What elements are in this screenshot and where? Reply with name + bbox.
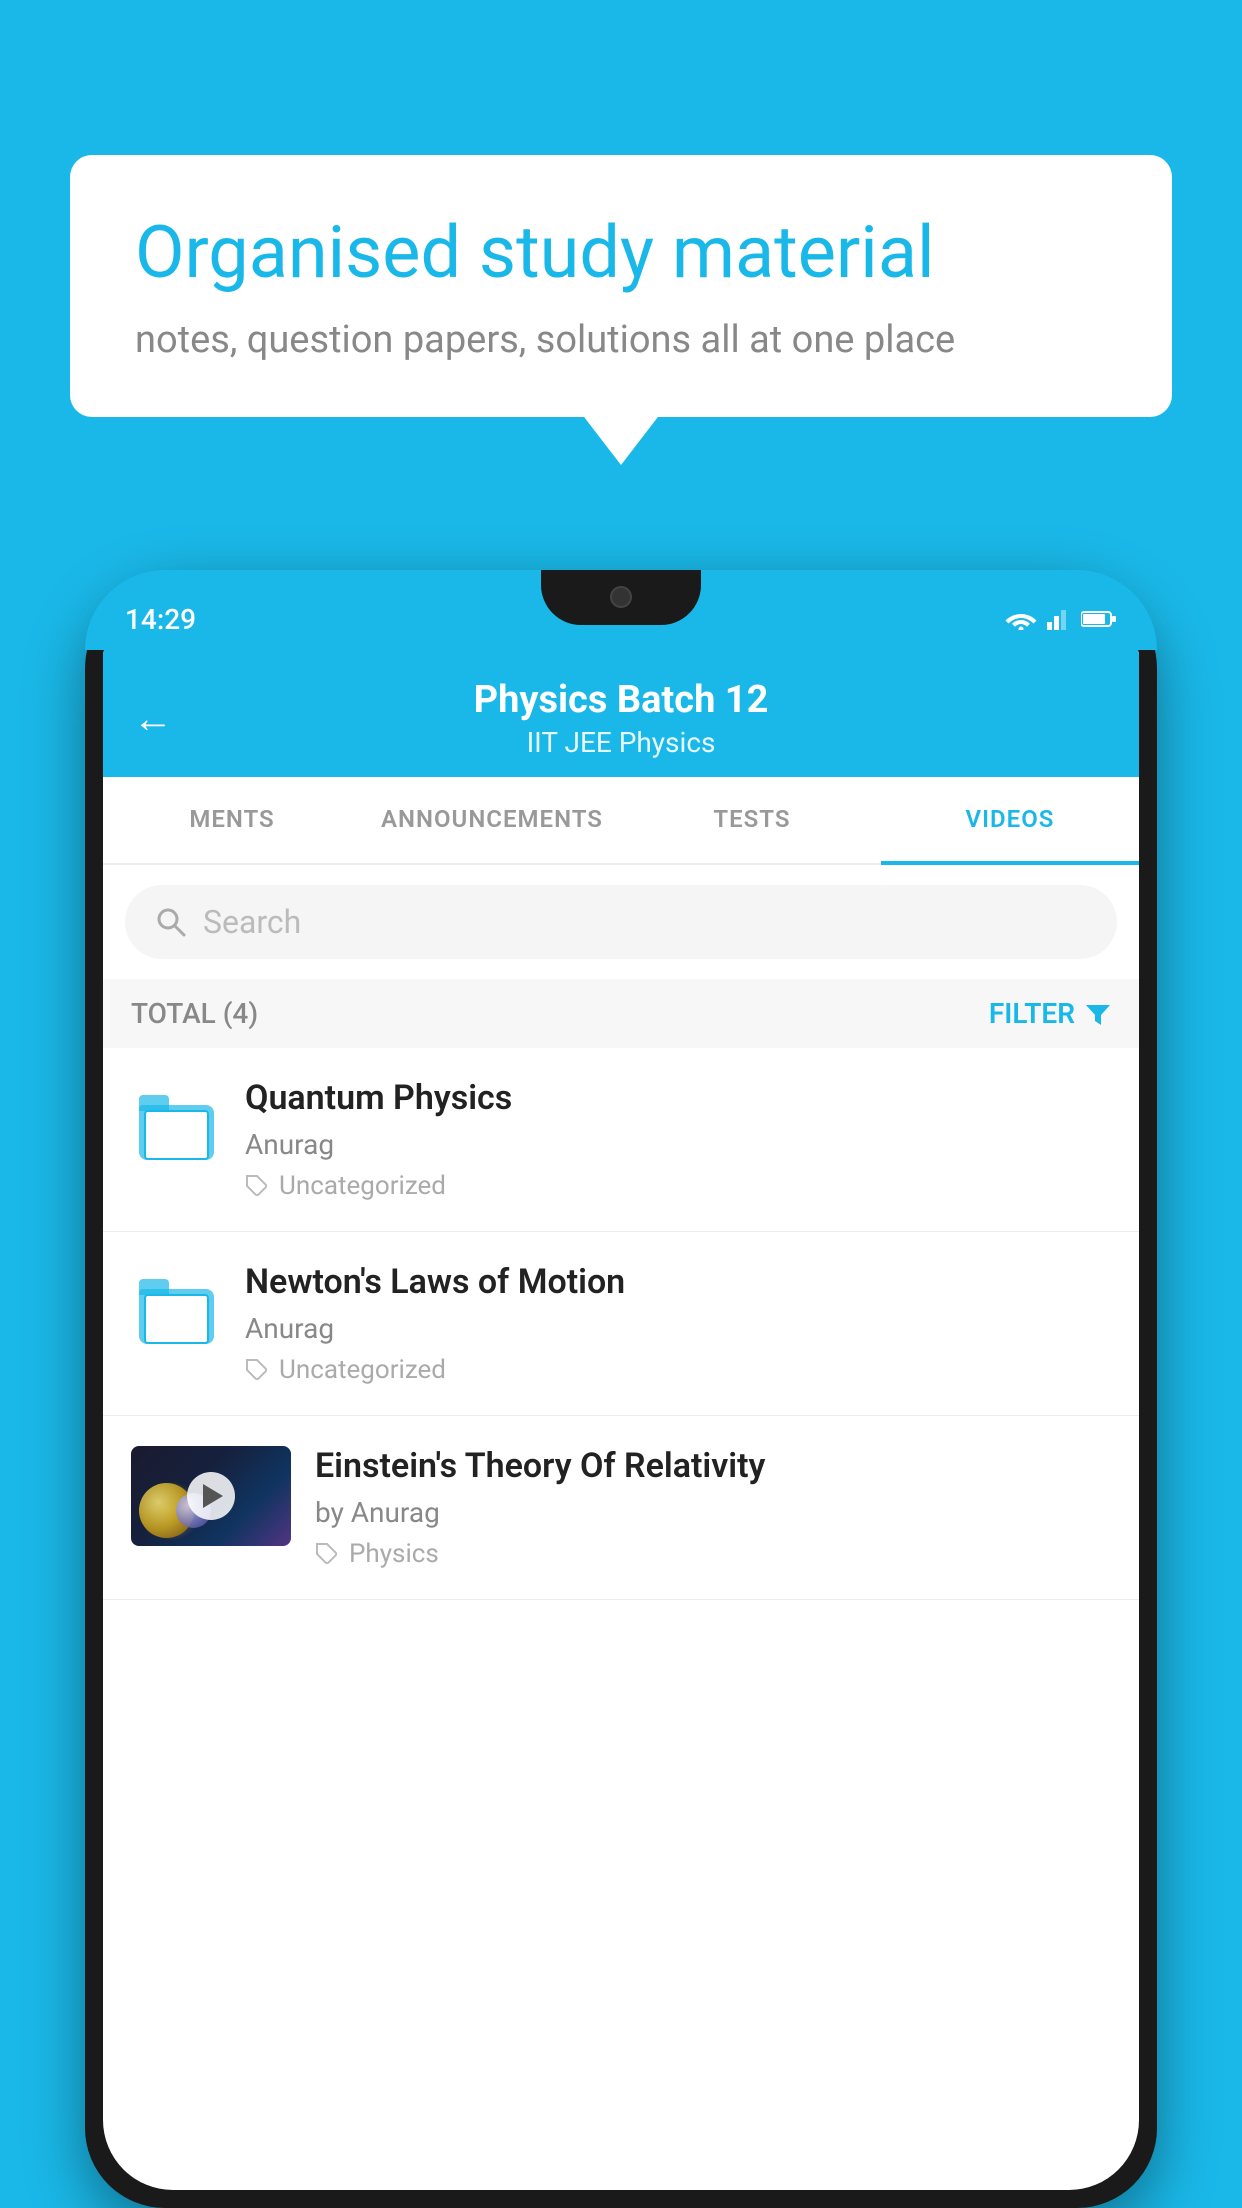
- batch-subtitle: IIT JEE Physics: [193, 726, 1049, 759]
- phone-screen: ← Physics Batch 12 IIT JEE Physics MENTS…: [103, 648, 1139, 2190]
- back-button[interactable]: ←: [133, 695, 173, 742]
- header-title-group: Physics Batch 12 IIT JEE Physics: [193, 678, 1049, 759]
- tag-icon: [245, 1174, 269, 1198]
- video-tag: Uncategorized: [245, 1171, 1111, 1201]
- phone-device: 14:29: [85, 570, 1157, 2208]
- search-container: Search: [103, 865, 1139, 979]
- battery-icon: [1081, 610, 1117, 628]
- list-item[interactable]: Quantum Physics Anurag Uncategorized: [103, 1048, 1139, 1232]
- wifi-icon: [1005, 608, 1037, 630]
- filter-row: TOTAL (4) FILTER: [103, 979, 1139, 1048]
- folder-icon: [139, 1279, 214, 1344]
- bubble-subtitle: notes, question papers, solutions all at…: [135, 318, 1107, 362]
- video-tag: Physics: [315, 1539, 1111, 1569]
- search-bar[interactable]: Search: [125, 885, 1117, 959]
- list-item[interactable]: Newton's Laws of Motion Anurag Uncategor…: [103, 1232, 1139, 1416]
- filter-label: FILTER: [989, 997, 1075, 1030]
- front-camera: [610, 586, 632, 608]
- speech-bubble: Organised study material notes, question…: [70, 155, 1172, 417]
- tab-ments[interactable]: MENTS: [103, 777, 361, 863]
- tag-label: Physics: [349, 1539, 439, 1569]
- total-count: TOTAL (4): [131, 997, 258, 1030]
- video-info: Newton's Laws of Motion Anurag Uncategor…: [245, 1262, 1111, 1385]
- item-icon-container: [131, 1078, 221, 1168]
- status-icons: [1005, 608, 1117, 630]
- tag-icon: [315, 1542, 339, 1566]
- tab-tests[interactable]: TESTS: [623, 777, 881, 863]
- video-thumbnail: [131, 1446, 291, 1546]
- filter-icon: [1085, 1001, 1111, 1027]
- folder-icon: [139, 1095, 214, 1160]
- video-author: by Anurag: [315, 1496, 1111, 1529]
- video-tag: Uncategorized: [245, 1355, 1111, 1385]
- signal-icon: [1047, 608, 1071, 630]
- video-list: Quantum Physics Anurag Uncategorized: [103, 1048, 1139, 1600]
- bubble-title: Organised study material: [135, 210, 1107, 296]
- tag-label: Uncategorized: [279, 1355, 446, 1385]
- batch-title: Physics Batch 12: [193, 678, 1049, 722]
- video-author: Anurag: [245, 1312, 1111, 1345]
- phone-notch: [541, 570, 701, 625]
- video-title: Einstein's Theory Of Relativity: [315, 1446, 1111, 1486]
- search-placeholder: Search: [203, 903, 301, 941]
- tab-videos[interactable]: VIDEOS: [881, 777, 1139, 865]
- search-icon: [155, 906, 187, 938]
- video-info: Einstein's Theory Of Relativity by Anura…: [315, 1446, 1111, 1569]
- tag-icon: [245, 1358, 269, 1382]
- app-header: ← Physics Batch 12 IIT JEE Physics: [103, 648, 1139, 777]
- play-button[interactable]: [187, 1472, 235, 1520]
- item-icon-container: [131, 1262, 221, 1352]
- tag-label: Uncategorized: [279, 1171, 446, 1201]
- video-title: Newton's Laws of Motion: [245, 1262, 1111, 1302]
- video-title: Quantum Physics: [245, 1078, 1111, 1118]
- video-author: Anurag: [245, 1128, 1111, 1161]
- list-item[interactable]: Einstein's Theory Of Relativity by Anura…: [103, 1416, 1139, 1600]
- video-info: Quantum Physics Anurag Uncategorized: [245, 1078, 1111, 1201]
- filter-button[interactable]: FILTER: [989, 997, 1111, 1030]
- tab-announcements[interactable]: ANNOUNCEMENTS: [361, 777, 623, 863]
- status-time: 14:29: [125, 603, 196, 636]
- tab-bar: MENTS ANNOUNCEMENTS TESTS VIDEOS: [103, 777, 1139, 865]
